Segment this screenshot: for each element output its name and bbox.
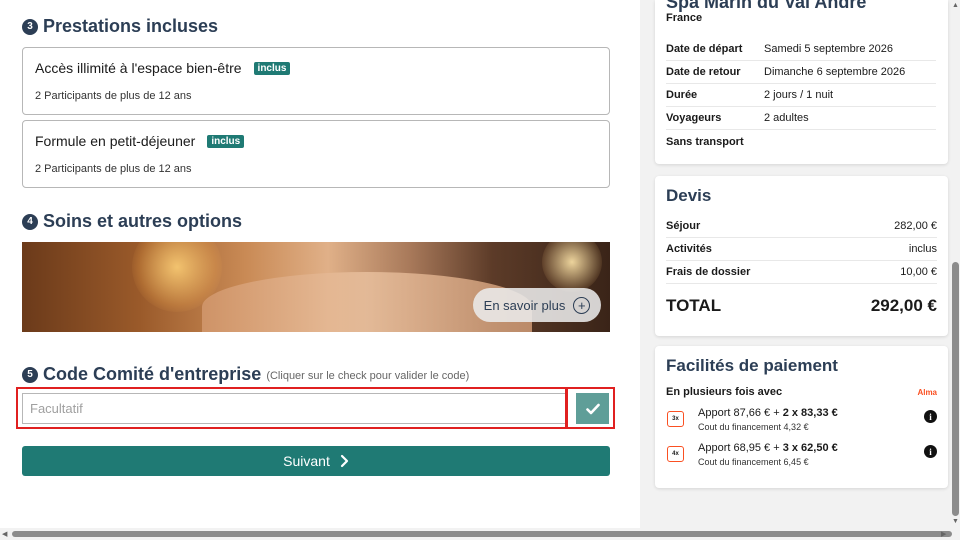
learn-more-button[interactable]: En savoir plus +: [473, 288, 601, 322]
summary-value: Samedi 5 septembre 2026: [764, 43, 894, 55]
section-options-title: 4 Soins et autres options: [22, 211, 242, 232]
payment-deposit: Apport 68,95 € +: [698, 442, 783, 454]
payment-option: 3x Apport 87,66 € + 2 x 83,33 € Cout du …: [666, 407, 937, 437]
prestation-card: Formule en petit-déjeuner inclus 2 Parti…: [22, 120, 610, 188]
total-label: TOTAL: [666, 296, 722, 315]
summary-row: Voyageurs 2 adultes: [666, 107, 936, 130]
step-number-badge: 5: [22, 366, 38, 383]
payment-deposit: Apport 87,66 € +: [698, 407, 783, 419]
summary-value: 2 adultes: [764, 112, 809, 124]
payment-installments: 2 x 83,33 €: [782, 407, 838, 419]
prestation-label: Accès illimité à l'espace bien-être: [35, 60, 242, 76]
check-icon: [585, 403, 600, 414]
ce-code-hint: (Cliquer sur le check pour valider le co…: [266, 370, 470, 382]
scroll-left-arrow[interactable]: ◀: [2, 530, 7, 538]
prestation-participants: 2 Participants de plus de 12 ans: [35, 90, 192, 102]
step-number-badge: 3: [22, 18, 38, 35]
section-title-text: Prestations incluses: [43, 16, 219, 36]
included-badge: inclus: [253, 61, 291, 75]
spa-options-banner: En savoir plus +: [22, 242, 610, 332]
prestation-card: Accès illimité à l'espace bien-être incl…: [22, 47, 610, 115]
quote-row: Frais de dossier 10,00 €: [666, 261, 937, 284]
quote-card: Devis Séjour 282,00 € Activités inclus F…: [655, 176, 948, 336]
prestation-label: Formule en petit-déjeuner: [35, 133, 196, 149]
prestation-name: Formule en petit-déjeuner inclus: [35, 133, 245, 149]
installment-3x-icon: 3x: [667, 411, 684, 427]
summary-label: Date de départ: [666, 43, 743, 55]
summary-value: 2 jours / 1 nuit: [764, 89, 834, 101]
vertical-scroll-thumb[interactable]: [952, 262, 959, 516]
quote-value: inclus: [908, 243, 937, 255]
step-number-badge: 4: [22, 213, 38, 230]
summary-row: Date de retour Dimanche 6 septembre 2026: [666, 61, 936, 84]
financing-cost: Cout du financement 6,45 €: [698, 457, 809, 467]
info-icon[interactable]: i: [924, 410, 937, 423]
payment-options-card: Facilités de paiement En plusieurs fois …: [655, 346, 948, 488]
learn-more-label: En savoir plus: [483, 297, 566, 313]
quote-title: Devis: [666, 186, 712, 205]
section-title-text: Soins et autres options: [43, 211, 243, 231]
summary-label: Durée: [666, 89, 698, 101]
info-icon[interactable]: i: [924, 445, 937, 458]
payment-installments: 3 x 62,50 €: [782, 442, 838, 454]
summary-value: Dimanche 6 septembre 2026: [764, 66, 906, 78]
hotel-country: France: [666, 12, 703, 24]
summary-row: Durée 2 jours / 1 nuit: [666, 84, 936, 107]
payment-option-text: Apport 68,95 € + 3 x 62,50 €: [698, 442, 838, 454]
payment-option: 4x Apport 68,95 € + 3 x 62,50 € Cout du …: [666, 442, 937, 472]
payment-option-text: Apport 87,66 € + 2 x 83,33 €: [698, 407, 838, 419]
scroll-up-arrow[interactable]: ▲: [952, 2, 959, 9]
total-value: 292,00 €: [870, 296, 937, 315]
prestation-participants: 2 Participants de plus de 12 ans: [35, 163, 192, 175]
plus-circle-icon: +: [573, 296, 591, 314]
ce-code-input[interactable]: [22, 393, 566, 424]
scroll-down-arrow[interactable]: ▼: [952, 518, 959, 525]
alma-logo: Alma: [917, 387, 937, 397]
chevron-right-icon: [340, 454, 348, 468]
summary-label: Date de retour: [666, 66, 741, 78]
installment-4x-icon: 4x: [667, 446, 684, 462]
quote-row: Séjour 282,00 €: [666, 215, 937, 238]
summary-row: Date de départ Samedi 5 septembre 2026: [666, 38, 936, 61]
quote-value: 282,00 €: [894, 220, 937, 232]
quote-label: Frais de dossier: [666, 266, 751, 278]
next-button[interactable]: Suivant: [22, 446, 610, 476]
financing-cost: Cout du financement 4,32 €: [698, 422, 809, 432]
payment-title: Facilités de paiement: [666, 356, 838, 375]
booking-form: 3 Prestations incluses Accès illimité à …: [0, 0, 640, 528]
section-title-text: Code Comité d'entreprise: [43, 364, 262, 384]
quote-row: Activités inclus: [666, 238, 937, 261]
validate-code-button[interactable]: [576, 393, 609, 424]
prestation-name: Accès illimité à l'espace bien-être incl…: [35, 60, 291, 76]
horizontal-scroll-thumb[interactable]: [12, 531, 952, 537]
quote-label: Séjour: [666, 220, 701, 232]
scroll-right-arrow[interactable]: ▶: [941, 530, 946, 538]
section-ce-code-title: 5 Code Comité d'entreprise (Cliquer sur …: [22, 364, 469, 385]
next-button-label: Suivant: [283, 453, 330, 469]
summary-row: Sans transport: [666, 130, 936, 153]
trip-summary-card: Spa Marin du Val André France Date de dé…: [655, 0, 948, 164]
payment-subtitle: En plusieurs fois avec: [666, 386, 783, 398]
quote-total: TOTAL 292,00 €: [666, 296, 937, 316]
candle-light-decoration: [542, 242, 602, 292]
payment-subtitle-row: En plusieurs fois avec Alma: [666, 386, 937, 398]
section-prestations-title: 3 Prestations incluses: [22, 16, 218, 37]
summary-label: Sans transport: [666, 135, 744, 148]
summary-label: Voyageurs: [666, 112, 722, 124]
quote-value: 10,00 €: [900, 266, 937, 278]
included-badge: inclus: [207, 134, 245, 148]
quote-label: Activités: [666, 243, 712, 255]
